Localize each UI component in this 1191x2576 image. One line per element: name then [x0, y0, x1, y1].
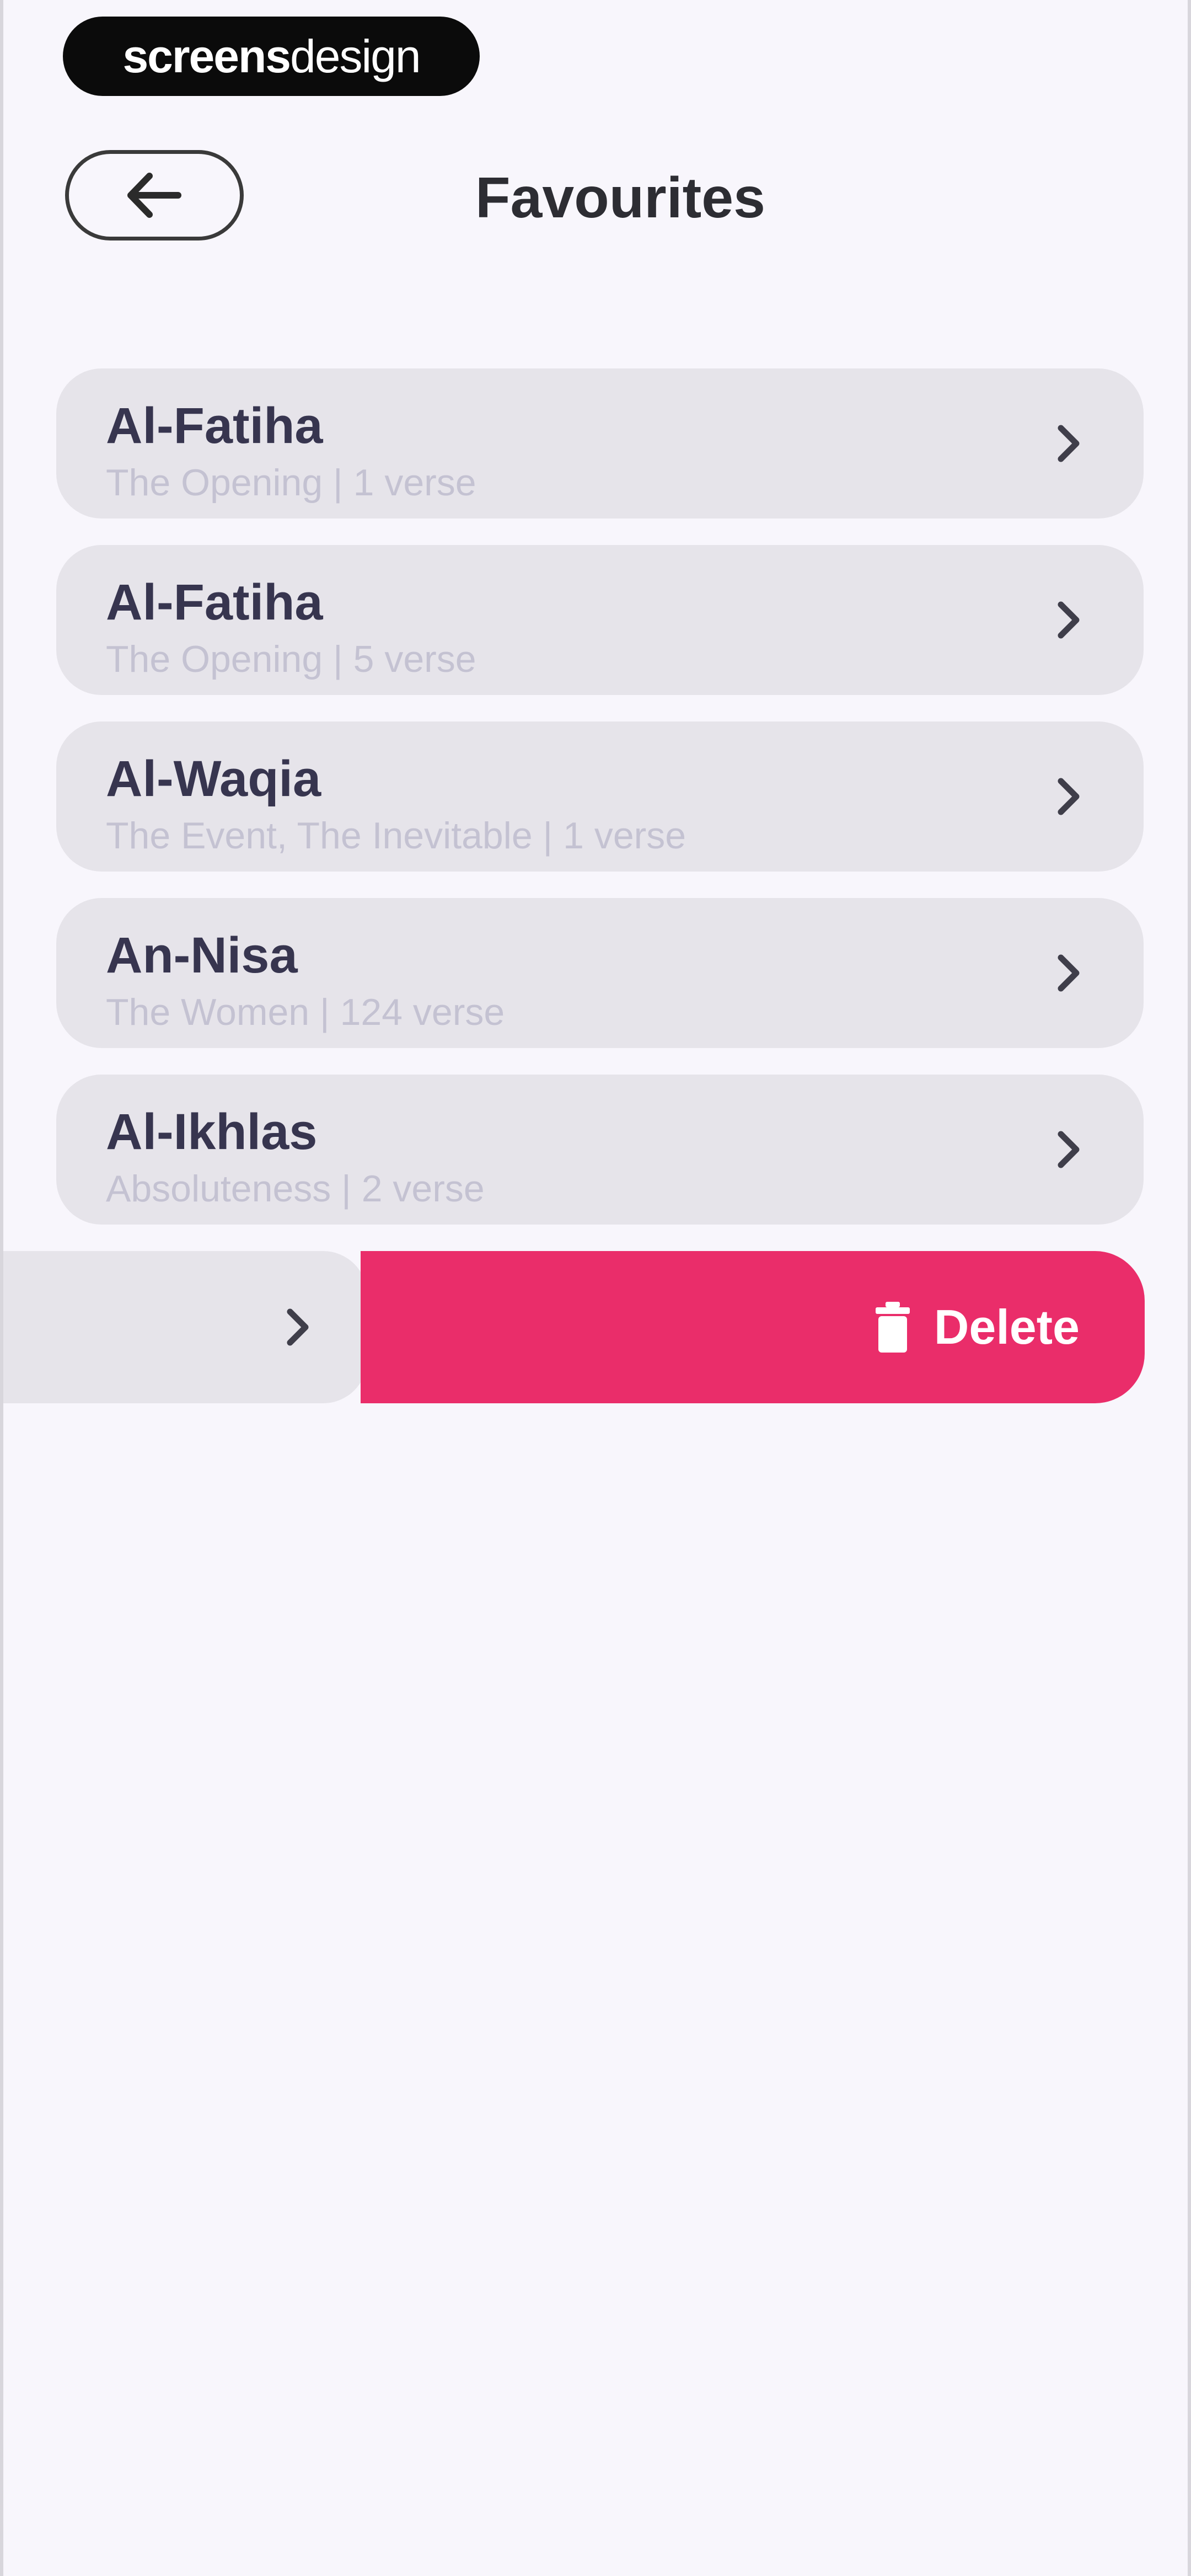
favourite-item-title: Al-Waqia	[106, 751, 321, 807]
chevron-right-icon	[1058, 601, 1080, 639]
brand-logo-text-light: design	[290, 30, 421, 82]
brand-logo: screens design	[63, 17, 480, 96]
favourite-item-subtitle: Absoluteness | 2 verse	[106, 1168, 485, 1210]
app-screen: screens design Favourites Al-Fatiha The O…	[0, 0, 1191, 2576]
delete-button[interactable]: Delete	[361, 1251, 1145, 1403]
favourite-item[interactable]: An-Nisa The Women | 124 verse	[56, 898, 1144, 1048]
swiped-favourite-item: Delete	[3, 1251, 1145, 1403]
delete-button-label: Delete	[934, 1300, 1080, 1354]
favourite-item-title: Al-Fatiha	[106, 574, 323, 630]
brand-logo-text-bold: screens	[122, 30, 291, 82]
favourite-item[interactable]: Al-Ikhlas Absoluteness | 2 verse	[56, 1075, 1144, 1225]
favourite-item-title: An-Nisa	[106, 927, 298, 984]
favourite-item[interactable]: Al-Fatiha The Opening | 1 verse	[56, 368, 1144, 519]
chevron-right-icon	[1058, 954, 1080, 992]
chevron-right-icon	[287, 1308, 309, 1346]
favourite-item-subtitle: The Opening | 1 verse	[106, 462, 476, 504]
favourite-item[interactable]: Al-Fatiha The Opening | 5 verse	[56, 545, 1144, 695]
swiped-item-content[interactable]	[3, 1251, 367, 1403]
favourite-item-subtitle: The Women | 124 verse	[106, 991, 505, 1033]
page-title: Favourites	[475, 166, 765, 230]
favourite-item-subtitle: The Event, The Inevitable | 1 verse	[106, 815, 686, 857]
chevron-right-icon	[1058, 425, 1080, 462]
chevron-right-icon	[1058, 1131, 1080, 1168]
favourite-item-subtitle: The Opening | 5 verse	[106, 638, 476, 680]
chevron-right-icon	[1058, 778, 1080, 815]
trash-icon	[875, 1302, 910, 1353]
favourite-item[interactable]: Al-Waqia The Event, The Inevitable | 1 v…	[56, 722, 1144, 872]
favourite-item-title: Al-Ikhlas	[106, 1104, 318, 1160]
favourite-item-title: Al-Fatiha	[106, 398, 323, 454]
favourites-list: Al-Fatiha The Opening | 1 verse Al-Fatih…	[56, 368, 1144, 1251]
